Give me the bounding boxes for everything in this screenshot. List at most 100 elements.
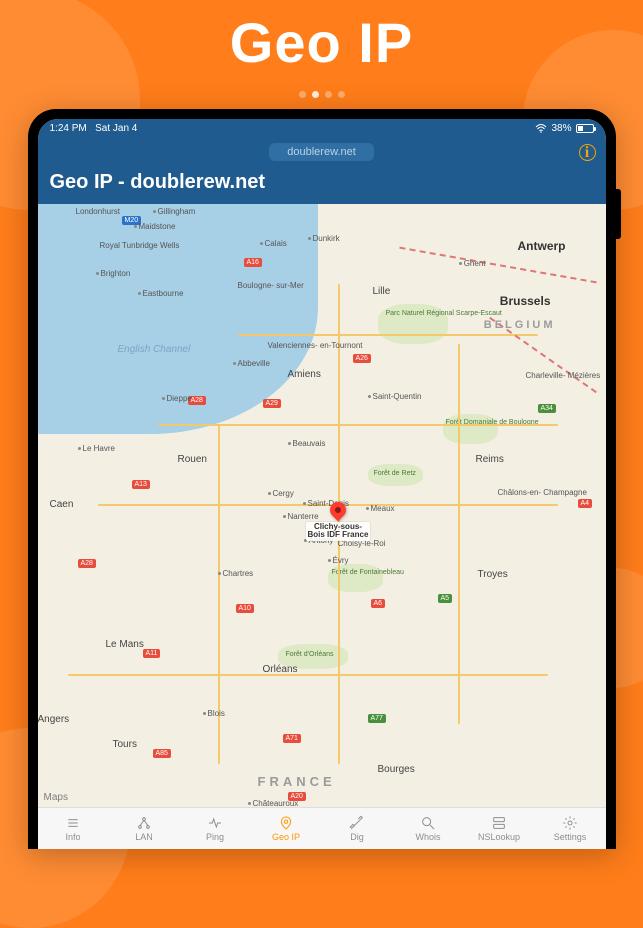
city-label: Maidstone	[134, 222, 176, 231]
tab-whois[interactable]: Whois	[393, 808, 464, 849]
pin-icon	[277, 815, 295, 831]
tab-label: Dig	[350, 832, 364, 842]
city-label: Châlons-en- Champagne	[498, 489, 587, 497]
tab-settings[interactable]: Settings	[535, 808, 606, 849]
road-badge: A4	[578, 499, 593, 508]
city-label: Troyes	[478, 569, 508, 580]
park-label: Forêt de Fontainebleau	[332, 569, 404, 576]
city-label: Beauvais	[288, 439, 326, 448]
tab-info[interactable]: Info	[38, 808, 109, 849]
city-label: Valenciennes- en-Tournont	[268, 342, 363, 350]
city-label: Saint-Quentin	[368, 392, 422, 401]
status-date: Sat Jan 4	[95, 123, 137, 134]
device-side-button	[616, 189, 621, 239]
city-label: Eastbourne	[138, 289, 184, 298]
road-badge: A6	[371, 599, 386, 608]
city-label: Évry	[328, 556, 349, 565]
status-left: 1:24 PM Sat Jan 4	[50, 123, 138, 134]
city-label: Reims	[476, 454, 504, 465]
city-label: Londonhurst	[76, 207, 120, 216]
city-label: Dieppe	[162, 394, 192, 403]
road-badge: A10	[236, 604, 254, 613]
tab-label: Settings	[554, 832, 587, 842]
road-badge: A34	[538, 404, 556, 413]
city-label: Châteauroux	[248, 799, 299, 807]
map-pin-label: Clichy-sous- Bois IDF France	[306, 522, 371, 541]
carousel-dots[interactable]	[0, 85, 643, 103]
border	[399, 247, 596, 284]
url-field[interactable]: doublerew.net	[269, 143, 374, 161]
wifi-icon	[535, 124, 547, 133]
map-view[interactable]: English Channel Parc Naturel Régional Sc…	[38, 204, 606, 807]
park-label: Parc Naturel Régional Scarpe-Escaut	[386, 310, 502, 317]
page-title: Geo IP - doublerew.net	[38, 167, 606, 204]
list-icon	[64, 815, 82, 831]
shovel-icon	[348, 815, 366, 831]
city-label: Le Mans	[106, 639, 144, 650]
city-label: Meaux	[366, 504, 395, 513]
tab-geoip[interactable]: Geo IP	[251, 808, 322, 849]
road	[238, 334, 538, 336]
status-right: 38%	[535, 123, 593, 134]
tab-dig[interactable]: Dig	[322, 808, 393, 849]
city-label: Brussels	[500, 294, 551, 308]
country-label: BELGIUM	[484, 319, 556, 331]
device-frame: 1:24 PM Sat Jan 4 38% doublerew.net i Ge…	[28, 109, 616, 849]
road-badge: A26	[353, 354, 371, 363]
road	[68, 674, 548, 676]
network-icon	[135, 815, 153, 831]
road-badge: A29	[263, 399, 281, 408]
city-label: Cergy	[268, 489, 294, 498]
city-label: Orléans	[263, 664, 298, 675]
tab-nslookup[interactable]: NSLookup	[464, 808, 535, 849]
road-badge: A16	[244, 258, 262, 267]
channel-label: English Channel	[118, 344, 191, 355]
road-badge: A77	[368, 714, 386, 723]
marketing-title: Geo IP	[0, 10, 643, 75]
status-battery-pct: 38%	[551, 123, 571, 134]
city-label: Royal Tunbridge Wells	[100, 242, 180, 250]
tab-label: NSLookup	[478, 832, 520, 842]
tab-label: Geo IP	[272, 832, 300, 842]
road-badge: A11	[143, 649, 161, 658]
park-label: Forêt d'Orléans	[286, 651, 334, 658]
city-label: Nanterre	[283, 512, 319, 521]
city-label: Antwerp	[518, 239, 566, 253]
city-label: Dunkirk	[308, 234, 340, 243]
tab-lan[interactable]: LAN	[109, 808, 180, 849]
map-attribution: Maps	[44, 792, 68, 803]
tab-label: Info	[65, 832, 80, 842]
park-label: Forêt de Retz	[374, 470, 416, 477]
city-label: Le Havre	[78, 444, 115, 453]
pulse-icon	[206, 815, 224, 831]
status-time: 1:24 PM	[50, 123, 87, 134]
city-label: Brighton	[96, 269, 131, 278]
city-label: Blois	[203, 709, 225, 718]
city-label: Calais	[260, 239, 287, 248]
search-icon	[419, 815, 437, 831]
city-label: Ghent	[459, 259, 486, 268]
tab-ping[interactable]: Ping	[180, 808, 251, 849]
city-label: Boulogne- sur-Mer	[238, 282, 304, 290]
city-label: Abbeville	[233, 359, 270, 368]
url-bar: doublerew.net i	[38, 137, 606, 167]
city-label: Lille	[373, 286, 391, 297]
tab-label: LAN	[135, 832, 153, 842]
city-label: Bourges	[378, 764, 415, 775]
road-badge: A5	[438, 594, 453, 603]
tab-label: Ping	[206, 832, 224, 842]
city-label: Tours	[113, 739, 137, 750]
city-label: Charleville- Mézières	[526, 372, 601, 380]
info-icon[interactable]: i	[579, 144, 596, 161]
city-label: Amiens	[288, 369, 321, 380]
app-screen: 1:24 PM Sat Jan 4 38% doublerew.net i Ge…	[38, 119, 606, 849]
road-badge: A71	[283, 734, 301, 743]
city-label: Gillingham	[153, 207, 196, 216]
road	[458, 344, 460, 724]
city-label: Rouen	[178, 454, 207, 465]
road-badge: A28	[78, 559, 96, 568]
status-bar: 1:24 PM Sat Jan 4 38%	[38, 119, 606, 137]
gear-icon	[561, 815, 579, 831]
city-label: Angers	[38, 714, 70, 725]
road-badge: A13	[132, 480, 150, 489]
